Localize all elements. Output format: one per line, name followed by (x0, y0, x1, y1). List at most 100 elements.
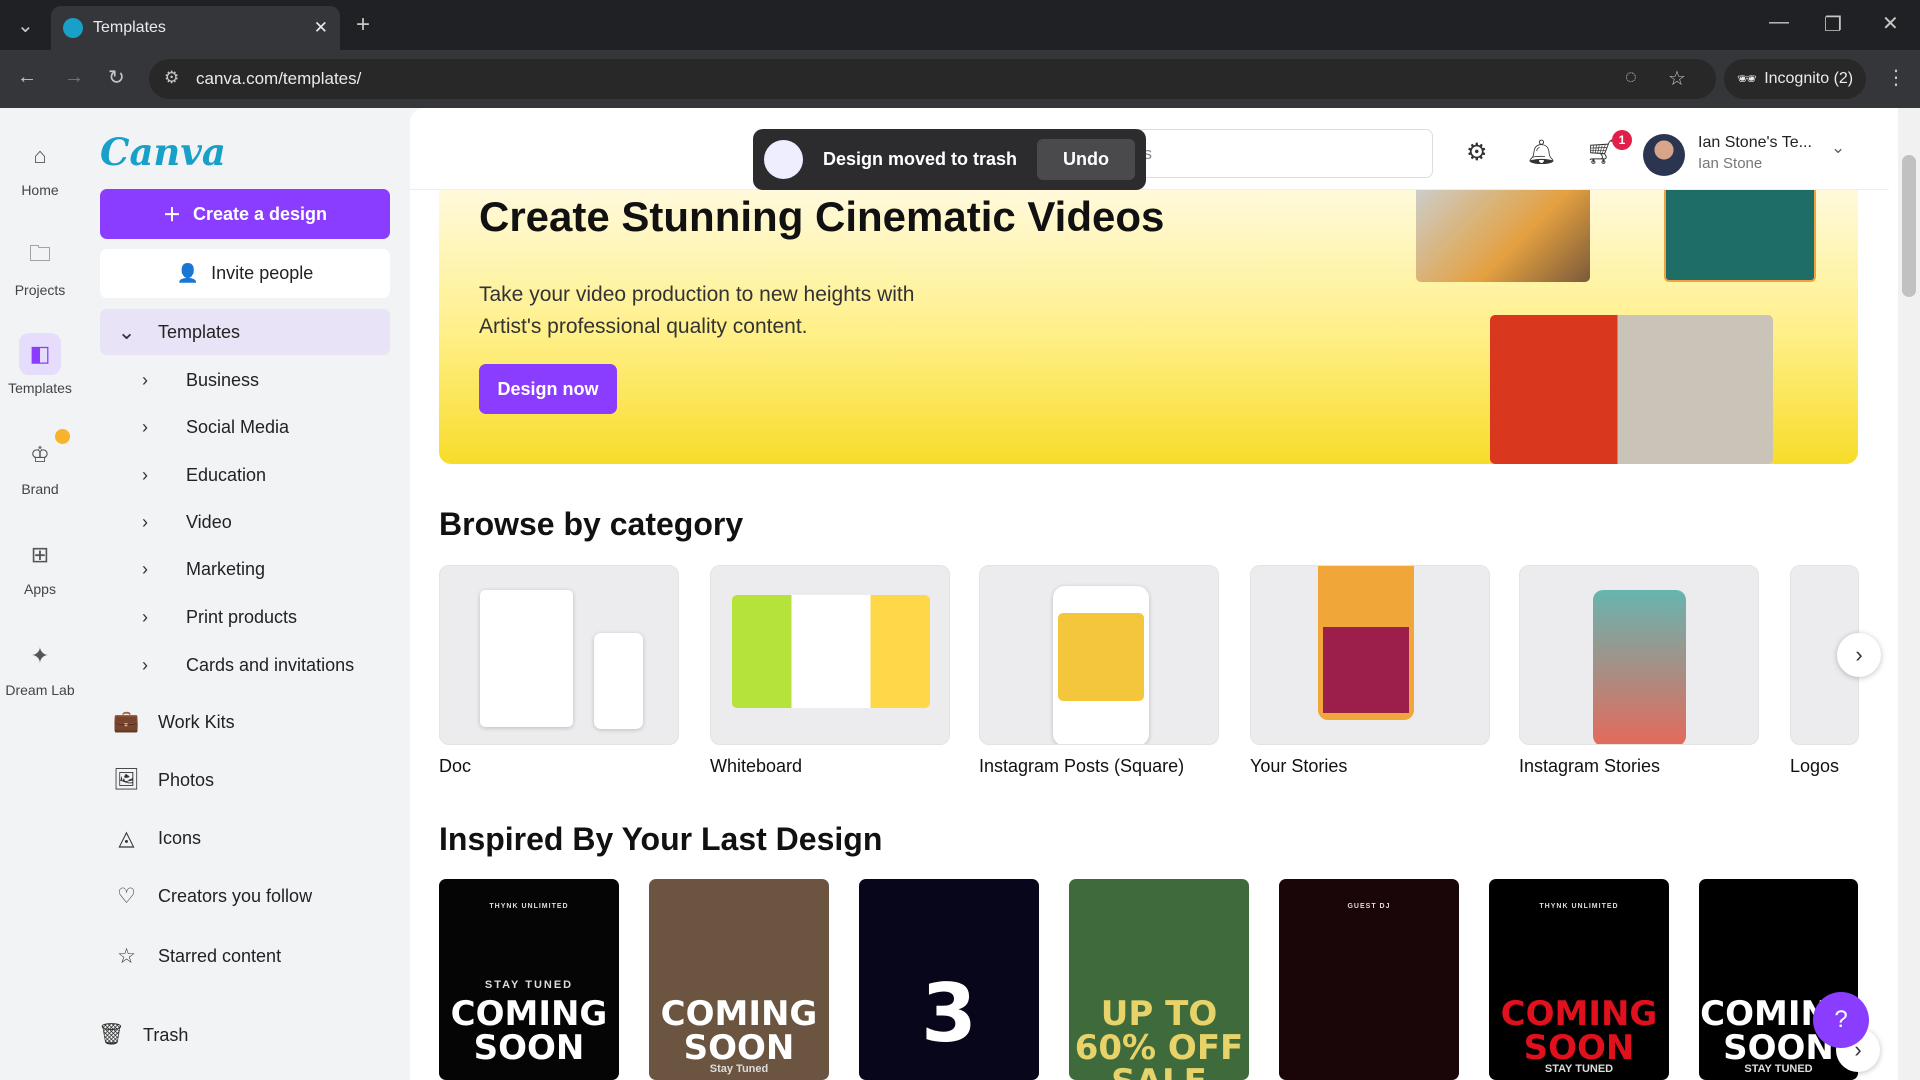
category-your-stories[interactable]: Your Stories (1250, 565, 1490, 777)
reload-icon[interactable]: ↻ (108, 65, 125, 90)
templates-icon: ◧ (19, 333, 61, 375)
tab-title: Templates (93, 19, 166, 36)
template-card[interactable]: COMING SOON STAY TUNED (1699, 879, 1858, 1080)
crown-badge-icon (55, 429, 70, 444)
sidebar-sub-social-media[interactable]: › Social Media (100, 404, 390, 450)
sidebar-label: Work Kits (158, 711, 235, 732)
template-card[interactable]: 3 (859, 879, 1039, 1080)
url-field[interactable]: canva.com/templates/ ⚙ ◌ ☆ (149, 59, 1716, 99)
template-card[interactable]: GUEST DJ (1279, 879, 1459, 1080)
rail-label: Dream Lab (5, 682, 75, 698)
team-name[interactable]: Ian Stone's Te... (1698, 134, 1812, 152)
template-subline: STAY TUNED (1544, 1063, 1614, 1075)
category-instagram-stories[interactable]: Instagram Stories (1519, 565, 1759, 777)
new-tab-icon[interactable]: + (356, 11, 370, 39)
avatar[interactable] (1643, 134, 1685, 176)
sidebar-sub-education[interactable]: › Education (100, 452, 390, 498)
rail-label: Projects (14, 282, 66, 298)
category-thumbnail (979, 565, 1219, 745)
rail-templates[interactable]: ◧ Templates (0, 333, 80, 396)
sidebar-item-creators[interactable]: ♡ Creators you follow (100, 873, 390, 919)
forward-icon[interactable]: → (64, 66, 84, 89)
create-design-button[interactable]: ＋ Create a design (100, 189, 390, 239)
browser-tab[interactable]: Templates ✕ (51, 6, 340, 50)
chevron-right-icon: › (142, 464, 148, 485)
incognito-indicator[interactable]: 🕶 Incognito (2) (1724, 59, 1866, 99)
sidebar-item-photos[interactable]: 🖼 Photos (100, 757, 390, 803)
hero-image-report (1490, 315, 1773, 464)
sidebar-label: Education (186, 464, 267, 485)
rail-dream-lab[interactable]: ✦ Dream Lab (0, 635, 80, 698)
bell-icon[interactable]: 🔔︎ (1526, 138, 1556, 167)
scrollbar-thumb[interactable] (1902, 155, 1916, 297)
home-icon: ⌂ (33, 143, 47, 168)
plus-icon: ＋ (162, 205, 181, 225)
chevron-right-icon: › (142, 511, 148, 532)
categories-next-button[interactable]: › (1837, 633, 1881, 677)
eye-off-icon[interactable]: ◌ (1625, 66, 1637, 89)
category-doc[interactable]: Doc (439, 565, 679, 777)
sidebar-item-trash[interactable]: 🗑 Trash (85, 1012, 375, 1058)
chevron-right-icon: › (142, 369, 148, 390)
address-bar-row: ← → ↻ canva.com/templates/ ⚙ ◌ ☆ 🕶 Incogn… (0, 50, 1920, 108)
tab-list-icon[interactable]: ⌄ (17, 13, 34, 38)
rail-home[interactable]: ⌂ Home (0, 135, 80, 198)
sidebar-item-work-kits[interactable]: 💼 Work Kits (100, 699, 390, 745)
chevron-down-icon: ⌄ (117, 320, 136, 344)
browser-menu-icon[interactable]: ⋮ (1886, 65, 1906, 90)
sidebar-sub-print-products[interactable]: › Print products (100, 594, 390, 640)
sidebar-sub-business[interactable]: › Business (100, 357, 390, 403)
help-button[interactable]: ? (1813, 992, 1869, 1048)
star-icon[interactable]: ☆ (1668, 66, 1686, 91)
sidebar-label: Starred content (158, 945, 282, 966)
template-headline: 3 (921, 967, 977, 1060)
sidebar-sub-cards[interactable]: › Cards and invitations (100, 642, 390, 688)
left-rail: ⌂ Home 🗀 Projects ◧ Templates ♔ Brand ⊞ Apps … (0, 108, 80, 1080)
canva-logo[interactable]: Canva (100, 130, 226, 174)
site-info-icon[interactable]: ⚙ (164, 68, 179, 88)
invite-people-button[interactable]: 👤 Invite people (100, 249, 390, 298)
sidebar-item-icons[interactable]: ◬ Icons (100, 815, 390, 861)
heart-icon: ♡ (117, 884, 136, 908)
category-label: Whiteboard (710, 756, 803, 776)
sidebar-item-starred[interactable]: ☆ Starred content (100, 933, 390, 979)
rail-projects[interactable]: 🗀 Projects (0, 235, 80, 298)
sidebar: Canva ＋ Create a design 👤 Invite people ⌄ T… (80, 108, 410, 1080)
scrollbar[interactable] (1898, 108, 1920, 1080)
sidebar-label: Photos (158, 769, 215, 790)
category-instagram-posts[interactable]: Instagram Posts (Square) (979, 565, 1219, 777)
sidebar-item-templates[interactable]: ⌄ Templates (100, 309, 390, 355)
apps-icon: ⊞ (30, 542, 50, 567)
invite-label: Invite people (211, 263, 314, 283)
rail-apps[interactable]: ⊞ Apps (0, 534, 80, 597)
template-card[interactable]: COMING SOON Stay Tuned (649, 879, 829, 1080)
sidebar-sub-marketing[interactable]: › Marketing (100, 546, 390, 592)
add-person-icon: 👤 (176, 263, 200, 283)
toast-notification: Design moved to trash Undo (753, 129, 1146, 190)
restore-icon[interactable]: ❐ (1824, 12, 1842, 37)
rail-brand[interactable]: ♔ Brand (0, 429, 80, 497)
close-window-icon[interactable]: ✕ (1882, 11, 1899, 36)
minimize-icon[interactable]: — (1769, 11, 1789, 34)
incognito-icon: 🕶 (1736, 71, 1758, 88)
design-now-button[interactable]: Design now (479, 364, 617, 414)
search-input[interactable]: es (1096, 129, 1433, 178)
category-thumbnail (1250, 565, 1490, 745)
template-card[interactable]: THYNK UNLIMITED COMING SOON STAY TUNED (1489, 879, 1669, 1080)
cart-badge: 1 (1612, 130, 1632, 150)
undo-button[interactable]: Undo (1037, 139, 1136, 180)
template-card[interactable]: UP TO 60% OFF SALE (1069, 879, 1249, 1080)
sidebar-label: Business (186, 369, 260, 390)
template-card[interactable]: THYNK UNLIMITED STAY TUNED COMING SOON (439, 879, 619, 1080)
rail-label: Templates (8, 380, 72, 396)
template-tagline: STAY TUNED (484, 979, 574, 991)
settings-gear-icon[interactable]: ⚙ (1466, 138, 1488, 167)
back-icon[interactable]: ← (17, 66, 37, 89)
category-whiteboard[interactable]: Whiteboard (710, 565, 950, 777)
hero-image-card (1664, 175, 1816, 282)
close-tab-icon[interactable]: ✕ (314, 18, 328, 38)
account-chevron-down-icon[interactable]: ⌄ (1831, 138, 1845, 158)
sidebar-label: Creators you follow (158, 885, 313, 906)
hero-text: Take your video production to new height… (479, 283, 915, 338)
sidebar-sub-video[interactable]: › Video (100, 499, 390, 545)
